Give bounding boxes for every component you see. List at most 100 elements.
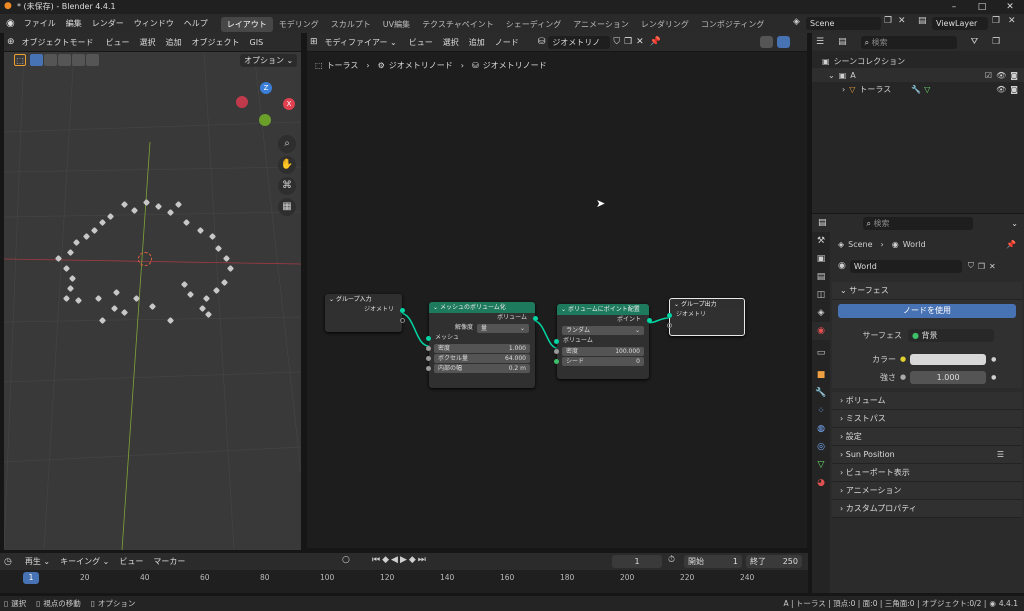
- stopwatch-icon[interactable]: ⏱: [668, 555, 675, 565]
- mode-selector[interactable]: オブジェクトモード: [17, 35, 98, 49]
- timeline-playback-menu[interactable]: 再生 ⌄: [20, 556, 55, 567]
- duplicate-world-icon[interactable]: ❐: [978, 262, 985, 271]
- node-tree-icon[interactable]: ⛁: [538, 37, 546, 47]
- new-collection-icon[interactable]: ❐: [992, 37, 1000, 47]
- tab-shading[interactable]: シェーディング: [500, 17, 567, 32]
- blender-menu-icon[interactable]: ◉: [6, 18, 15, 29]
- tab-compositing[interactable]: コンポジティング: [695, 17, 771, 32]
- tab-animation[interactable]: アニメーション: [567, 17, 635, 32]
- color-swatch[interactable]: [910, 353, 987, 365]
- panel-volume[interactable]: › ボリューム: [832, 392, 1022, 410]
- close-icon[interactable]: ✕: [996, 0, 1024, 14]
- play-icon[interactable]: ▶: [400, 555, 409, 565]
- outliner-row-collection-a[interactable]: ⌄ ▣ A ☑ 👁 ◙: [812, 68, 1024, 82]
- surface-shader-field[interactable]: ● 背景: [908, 328, 994, 342]
- new-viewlayer-icon[interactable]: ❐: [992, 16, 1000, 26]
- mesh-input-socket[interactable]: [426, 336, 431, 341]
- 3d-viewport[interactable]: ⬚ オプション ⌄ Z X ⌕ ✋ ⌘ ▦: [4, 52, 301, 550]
- panel-viewport-display[interactable]: › ビューポート表示: [832, 464, 1022, 482]
- auto-keying-icon[interactable]: ○: [342, 555, 350, 565]
- seed-field[interactable]: シード 0: [554, 357, 644, 366]
- node-menu-select[interactable]: 選択: [438, 37, 464, 48]
- node-editor-canvas[interactable]: ⬚ トーラス › ⚙ ジオメトリノード › ⛁ ジオメトリノード ⌄ グループ入…: [307, 52, 807, 548]
- unlink-world-icon[interactable]: ✕: [989, 262, 996, 271]
- panel-surface-header[interactable]: ⌄ サーフェス: [832, 282, 1022, 300]
- node-menu-view[interactable]: ビュー: [404, 37, 438, 48]
- current-frame-field[interactable]: 1: [612, 555, 662, 568]
- minimize-icon[interactable]: –: [940, 0, 968, 14]
- viewport-menu-select[interactable]: 選択: [135, 37, 161, 48]
- modifier-wrench-icon[interactable]: 🔧: [911, 85, 921, 94]
- panel-settings[interactable]: › 設定: [832, 428, 1022, 446]
- properties-options-icon[interactable]: ⌄: [1011, 219, 1018, 228]
- scene-tab-icon[interactable]: ◈: [812, 304, 830, 322]
- empty-output-socket[interactable]: [400, 318, 405, 323]
- end-frame-field[interactable]: 終了 250: [746, 555, 802, 568]
- panel-sun-position[interactable]: › Sun Position ☰: [832, 446, 1022, 464]
- tab-texture-paint[interactable]: テクスチャペイント: [416, 17, 500, 32]
- panel-animation[interactable]: › アニメーション: [832, 482, 1022, 500]
- filter-icon[interactable]: ⛛: [971, 37, 979, 47]
- interior-band-field[interactable]: 内部の幅 0.2 m: [426, 364, 530, 373]
- node-menu-add[interactable]: 追加: [464, 37, 490, 48]
- outliner-editor-icon[interactable]: ☰: [816, 37, 824, 47]
- mode-dropdown[interactable]: ランダム ⌄: [562, 326, 644, 335]
- menu-help[interactable]: ヘルプ: [179, 14, 213, 33]
- node-group-output[interactable]: ⌄ グループ出力 ジオメトリ: [667, 298, 745, 336]
- playhead[interactable]: 1: [23, 572, 39, 584]
- delete-viewlayer-icon[interactable]: ✕: [1008, 16, 1016, 26]
- overlay-icon[interactable]: [777, 36, 790, 48]
- outliner-row-scene-collection[interactable]: ▣ シーンコレクション: [812, 54, 1024, 68]
- timeline-view-menu[interactable]: ビュー: [114, 556, 148, 567]
- world-icon[interactable]: ◉: [838, 261, 846, 271]
- node-menu-node[interactable]: ノード: [490, 37, 524, 48]
- menu-render[interactable]: レンダー: [87, 14, 129, 33]
- viewport-menu-object[interactable]: オブジェクト: [187, 37, 245, 48]
- use-nodes-button[interactable]: ノードを使用: [838, 304, 1016, 318]
- unlink-tree-icon[interactable]: ✕: [636, 37, 644, 47]
- particles-tab-icon[interactable]: ⁘: [812, 402, 830, 420]
- fake-user-icon[interactable]: ⛉: [968, 261, 974, 271]
- timeline-track[interactable]: 1 20 40 60 80 100 120 140 160 180 200 220 240: [0, 570, 808, 593]
- play-reverse-icon[interactable]: ◀: [391, 555, 400, 565]
- new-scene-icon[interactable]: ❐: [884, 16, 892, 26]
- scene-selector[interactable]: Scene: [806, 17, 881, 30]
- object-tab-icon[interactable]: ■: [812, 366, 830, 384]
- data-tab-icon[interactable]: ▽: [812, 456, 830, 474]
- delete-scene-icon[interactable]: ✕: [898, 16, 906, 26]
- constraints-tab-icon[interactable]: ◎: [812, 438, 830, 456]
- timeline-keying-menu[interactable]: キーイング ⌄: [55, 556, 114, 567]
- mesh-data-icon[interactable]: ▽: [924, 85, 930, 94]
- jump-end-icon[interactable]: ⏭: [418, 555, 428, 565]
- prev-keyframe-icon[interactable]: ◆: [382, 555, 391, 565]
- visibility-eye-icon[interactable]: 👁: [996, 85, 1006, 94]
- collection-tab-icon[interactable]: ▭: [812, 344, 830, 362]
- visibility-eye-icon[interactable]: 👁: [996, 71, 1006, 80]
- strength-field[interactable]: 1.000: [910, 370, 987, 384]
- tab-modeling[interactable]: モデリング: [273, 17, 325, 32]
- menu-edit[interactable]: 編集: [61, 14, 87, 33]
- density-field[interactable]: 密度 1.000: [426, 344, 530, 353]
- tab-sculpt[interactable]: スカルプト: [325, 17, 377, 32]
- volume-output-socket[interactable]: [533, 316, 538, 321]
- jump-start-icon[interactable]: ⏮: [372, 555, 382, 565]
- node-editor-type-icon[interactable]: ⊞: [310, 37, 318, 47]
- checkbox-icon[interactable]: ☑: [985, 71, 992, 80]
- display-mode-icon[interactable]: ▤: [838, 37, 847, 47]
- volume-input-socket[interactable]: [554, 339, 559, 344]
- maximize-icon[interactable]: □: [968, 0, 996, 14]
- render-camera-icon[interactable]: ◙: [1010, 85, 1018, 94]
- editor-type-selector[interactable]: モディファイアー ⌄: [320, 35, 401, 49]
- properties-search-input[interactable]: ⌕ 検索: [862, 216, 973, 230]
- list-icon[interactable]: ☰: [997, 446, 1004, 464]
- next-keyframe-icon[interactable]: ◆: [409, 555, 418, 565]
- timeline-editor-icon[interactable]: ◷: [4, 557, 12, 567]
- pin-icon[interactable]: 📌: [650, 37, 661, 47]
- tool-tab-icon[interactable]: ⚒: [812, 232, 830, 250]
- pin-icon[interactable]: 📌: [1006, 240, 1016, 249]
- viewport-menu-view[interactable]: ビュー: [101, 37, 135, 48]
- menu-window[interactable]: ウィンドウ: [129, 14, 179, 33]
- viewlayer-tab-icon[interactable]: ◫: [812, 286, 830, 304]
- world-name-field[interactable]: World: [849, 259, 962, 273]
- node-group-input[interactable]: ⌄ グループ入力 ジオメトリ: [325, 294, 405, 332]
